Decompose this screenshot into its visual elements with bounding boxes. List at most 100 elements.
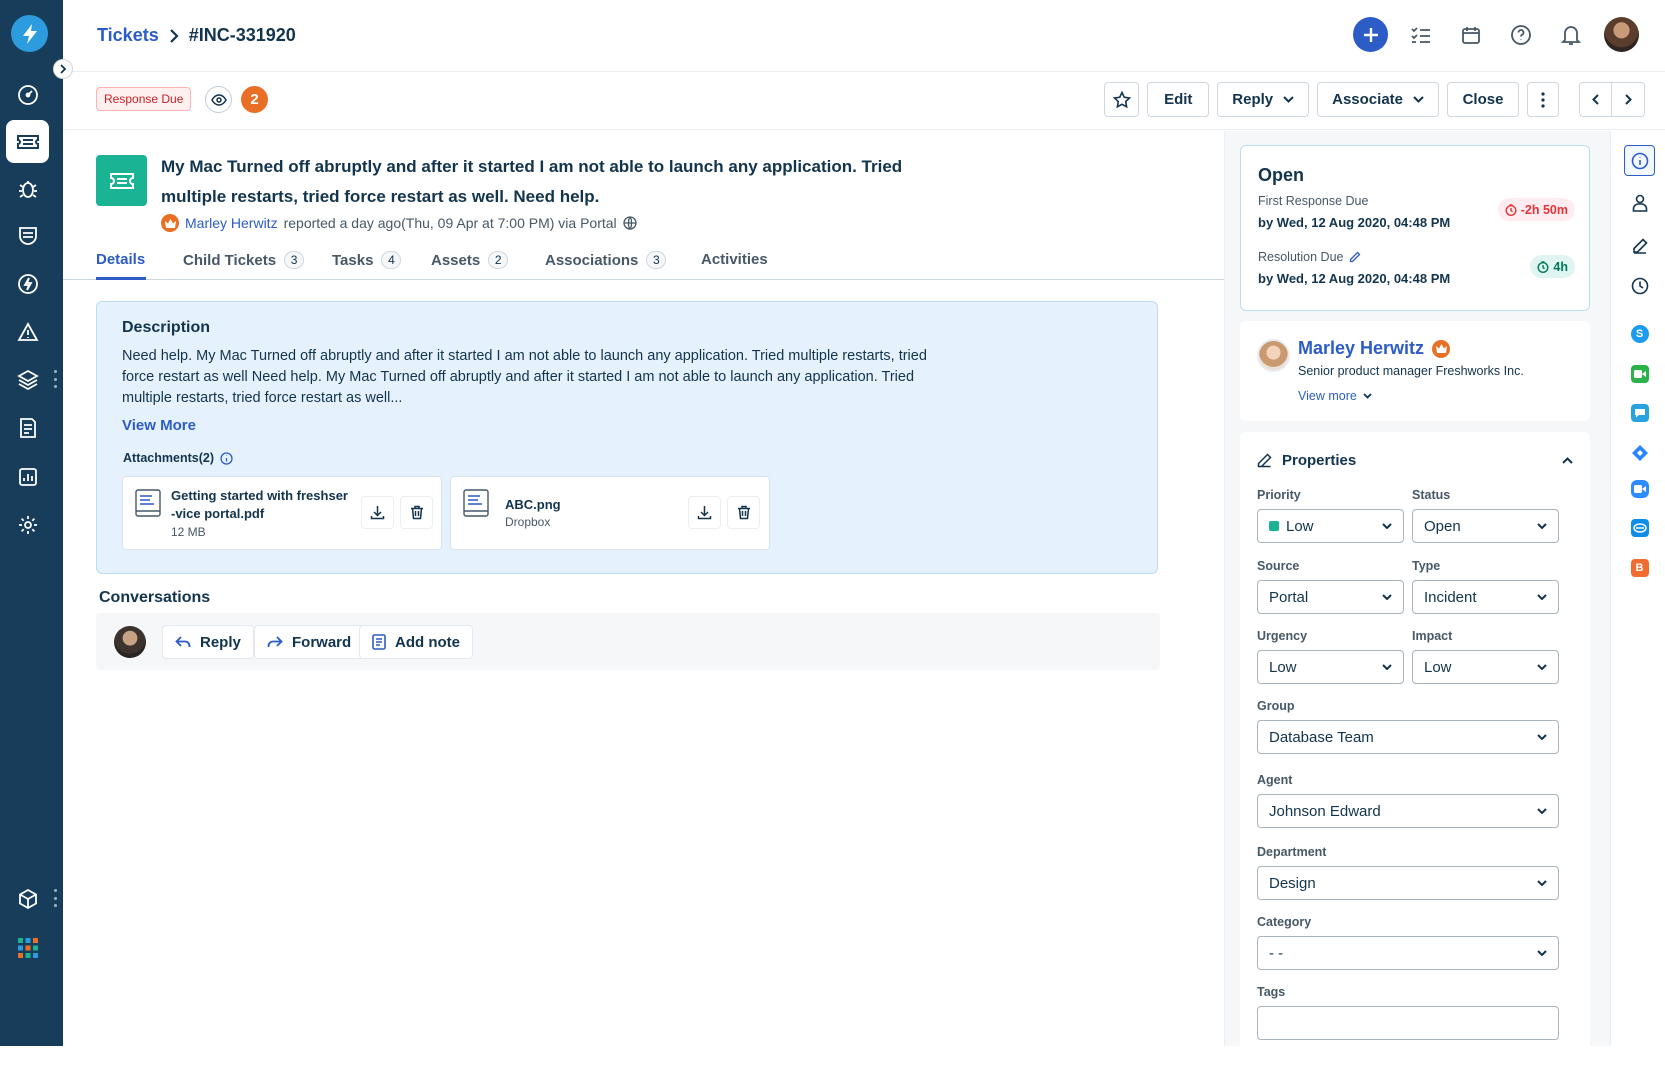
- group-select[interactable]: Database Team: [1257, 720, 1559, 754]
- info-icon[interactable]: [220, 452, 233, 465]
- more-actions-button[interactable]: [1527, 82, 1559, 117]
- properties-title: Properties: [1282, 452, 1356, 469]
- chevron-down-icon: [1363, 393, 1372, 399]
- watchers-count-badge[interactable]: 2: [241, 86, 268, 113]
- view-more-label: View more: [1298, 389, 1357, 403]
- chat-app-icon[interactable]: [1624, 397, 1655, 428]
- skype-app-icon[interactable]: S: [1624, 318, 1655, 349]
- changes-icon[interactable]: [6, 214, 49, 257]
- teamviewer-app-icon[interactable]: [1624, 512, 1655, 543]
- requester-link[interactable]: Marley Herwitz: [185, 215, 278, 231]
- watch-eye-icon[interactable]: [205, 86, 232, 113]
- attachment-name-line: ABC.png: [505, 496, 561, 514]
- download-icon[interactable]: [688, 496, 721, 529]
- solutions-icon[interactable]: [6, 406, 49, 449]
- forward-button[interactable]: Forward: [254, 625, 364, 659]
- edit-icon[interactable]: [1624, 230, 1655, 261]
- problems-icon[interactable]: [6, 167, 49, 210]
- reply-dropdown-button[interactable]: Reply: [1217, 82, 1309, 117]
- next-ticket-button[interactable]: [1612, 82, 1645, 117]
- edit-pencil-icon[interactable]: [1349, 251, 1361, 263]
- tab-tasks[interactable]: Tasks4: [332, 251, 401, 269]
- urgency-value: Low: [1269, 659, 1297, 676]
- view-more-link[interactable]: View More: [122, 417, 196, 434]
- vip-crown-icon: [161, 214, 179, 232]
- status-label: Status: [1412, 488, 1450, 502]
- info-icon[interactable]: [1624, 145, 1655, 176]
- chevron-down-icon: [1537, 523, 1547, 529]
- brand-app-icon[interactable]: B: [1624, 552, 1655, 583]
- freshservice-logo-icon[interactable]: [11, 15, 48, 52]
- tab-count: 4: [381, 251, 401, 269]
- ticket-status-title: Open: [1258, 165, 1304, 186]
- star-button[interactable]: [1104, 82, 1139, 117]
- add-note-button[interactable]: Add note: [359, 625, 473, 659]
- delete-icon[interactable]: [727, 496, 760, 529]
- priority-label: Priority: [1257, 488, 1301, 502]
- add-icon[interactable]: [1353, 17, 1388, 52]
- tags-input[interactable]: [1257, 1006, 1559, 1040]
- todo-icon[interactable]: [1404, 18, 1438, 52]
- chevron-down-icon: [1537, 594, 1547, 600]
- time-icon[interactable]: [1624, 270, 1655, 301]
- associate-dropdown-button[interactable]: Associate: [1317, 82, 1439, 117]
- source-select[interactable]: Portal: [1257, 580, 1404, 614]
- impact-label: Impact: [1412, 629, 1452, 643]
- tab-associations[interactable]: Associations3: [545, 251, 666, 269]
- type-select[interactable]: Incident: [1412, 580, 1559, 614]
- reply-button[interactable]: Reply: [162, 625, 254, 659]
- urgency-select[interactable]: Low: [1257, 650, 1404, 684]
- help-icon[interactable]: [1504, 18, 1538, 52]
- chevron-up-icon[interactable]: [1562, 457, 1573, 464]
- ticket-tabs: Details Child Tickets3 Tasks4 Assets2 As…: [63, 239, 1224, 280]
- jira-app-icon[interactable]: [1624, 437, 1655, 468]
- alerts-icon[interactable]: [6, 310, 49, 353]
- attachment-card[interactable]: Getting started with freshser -vice port…: [122, 476, 442, 550]
- user-avatar[interactable]: [1604, 17, 1639, 52]
- category-select[interactable]: - -: [1257, 936, 1559, 970]
- priority-select[interactable]: Low: [1257, 509, 1404, 543]
- requester-name[interactable]: Marley Herwitz: [1298, 338, 1450, 359]
- impact-select[interactable]: Low: [1412, 650, 1559, 684]
- assets-icon[interactable]: [6, 358, 49, 401]
- contact-icon[interactable]: [1624, 187, 1655, 218]
- delete-icon[interactable]: [400, 496, 433, 529]
- reports-icon[interactable]: [6, 455, 49, 498]
- tab-assets[interactable]: Assets2: [431, 251, 508, 269]
- bell-icon[interactable]: [1554, 18, 1588, 52]
- right-rail: S B: [1610, 131, 1665, 1046]
- breadcrumb-tickets-link[interactable]: Tickets: [97, 25, 159, 46]
- edit-button[interactable]: Edit: [1147, 82, 1209, 117]
- more-kebab-icon[interactable]: [53, 370, 57, 388]
- tab-details[interactable]: Details: [96, 251, 145, 268]
- admin-icon[interactable]: [6, 503, 49, 546]
- resolution-due: by Wed, 12 Aug 2020, 04:48 PM: [1258, 271, 1450, 286]
- previous-ticket-button[interactable]: [1579, 82, 1612, 117]
- grid-icon[interactable]: [6, 926, 49, 969]
- more-apps-kebab-icon[interactable]: [53, 889, 57, 907]
- category-label: Category: [1257, 915, 1311, 929]
- download-icon[interactable]: [361, 496, 394, 529]
- agent-select[interactable]: Johnson Edward: [1257, 794, 1559, 828]
- calendar-icon[interactable]: [1454, 18, 1488, 52]
- status-select[interactable]: Open: [1412, 509, 1559, 543]
- requester-view-more[interactable]: View more: [1298, 389, 1372, 403]
- sidebar-toggle-button[interactable]: [53, 59, 73, 79]
- document-icon: [135, 489, 161, 517]
- tickets-icon[interactable]: [6, 120, 49, 163]
- dashboard-icon[interactable]: [6, 73, 49, 116]
- chevron-left-icon: [1592, 94, 1599, 105]
- releases-icon[interactable]: [6, 262, 49, 305]
- properties-header[interactable]: Properties: [1257, 452, 1573, 469]
- tab-child-tickets[interactable]: Child Tickets3: [183, 251, 304, 269]
- close-ticket-button[interactable]: Close: [1447, 82, 1519, 117]
- conversation-actions-bar: Reply Forward Add note: [96, 613, 1160, 670]
- department-select[interactable]: Design: [1257, 866, 1559, 900]
- action-bar: Response Due 2 Edit Reply Associate Clos…: [63, 73, 1665, 130]
- tab-label: Activities: [701, 251, 768, 268]
- tab-activities[interactable]: Activities: [701, 251, 768, 268]
- apps-icon[interactable]: [6, 877, 49, 920]
- zoom-app-icon[interactable]: [1624, 473, 1655, 504]
- attachment-card[interactable]: ABC.png Dropbox: [450, 476, 770, 550]
- video-app-icon[interactable]: [1624, 358, 1655, 389]
